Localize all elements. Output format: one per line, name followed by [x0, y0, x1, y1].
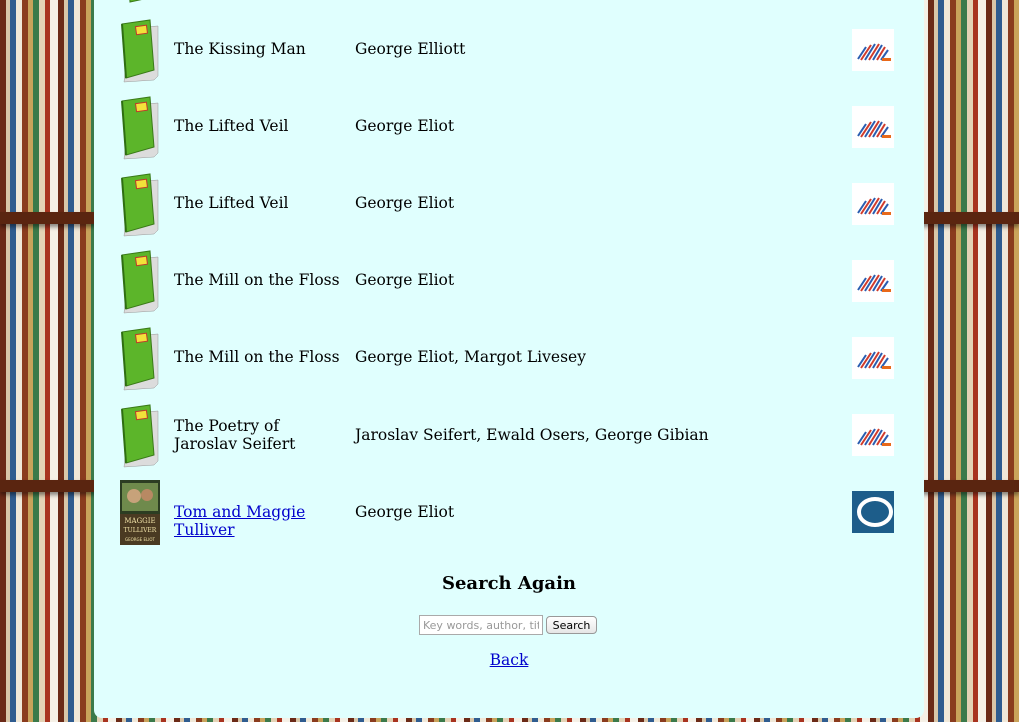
result-author: Jaroslav Seifert, Ewald Osers, George Gi… — [355, 426, 709, 444]
results-panel: The Kissing Man George Elliott The Lifte… — [94, 0, 924, 718]
overdrive-logo[interactable] — [852, 491, 894, 533]
green-book-icon[interactable] — [120, 18, 160, 83]
result-title: The Poetry of Jaroslav Seifert — [174, 417, 296, 453]
library-fan-logo[interactable] — [852, 29, 894, 71]
library-fan-logo[interactable] — [852, 260, 894, 302]
library-fan-logo[interactable] — [852, 183, 894, 225]
green-book-icon[interactable] — [120, 249, 160, 314]
back-link-container: Back — [94, 651, 924, 669]
green-book-icon[interactable] — [120, 95, 160, 160]
table-row: The Mill on the Floss George Eliot, Marg… — [94, 326, 924, 392]
result-title: The Kissing Man — [174, 40, 306, 58]
result-title-link[interactable]: Tom and Maggie Tulliver — [174, 503, 305, 539]
result-title: The Lifted Veil — [174, 194, 289, 212]
result-title: Tom and Maggie Tulliver — [174, 503, 346, 539]
book-cover-image[interactable]: MAGGIE TULLIVER GEORGE ELIOT — [120, 480, 160, 545]
cover-text: TULLIVER — [124, 527, 157, 534]
result-author: George Elliott — [355, 40, 466, 58]
search-input[interactable] — [419, 615, 543, 635]
result-title: The Mill on the Floss — [174, 348, 340, 366]
result-author: George Eliot — [355, 503, 455, 521]
library-fan-logo[interactable] — [852, 337, 894, 379]
table-row: The Lifted Veil George Eliot — [94, 172, 924, 238]
cover-text: GEORGE ELIOT — [125, 537, 156, 542]
table-row: The Poetry of Jaroslav Seifert Jaroslav … — [94, 403, 924, 469]
green-book-icon — [129, 0, 142, 3]
search-again-heading: Search Again — [441, 573, 577, 594]
result-author: George Eliot, Margot Livesey — [355, 348, 586, 366]
green-book-icon[interactable] — [120, 172, 160, 237]
back-link[interactable]: Back — [490, 651, 529, 669]
search-button[interactable]: Search — [546, 616, 597, 634]
result-title: The Mill on the Floss — [174, 271, 340, 289]
cover-text: MAGGIE — [124, 517, 155, 525]
green-book-icon[interactable] — [120, 403, 160, 468]
green-book-icon[interactable] — [120, 326, 160, 391]
result-title: The Lifted Veil — [174, 117, 289, 135]
library-fan-logo[interactable] — [852, 106, 894, 148]
table-row: The Kissing Man George Elliott — [94, 18, 924, 84]
table-row: The Mill on the Floss George Eliot — [94, 249, 924, 315]
list-item — [94, 0, 924, 6]
table-row: MAGGIE TULLIVER GEORGE ELIOT Tom and Mag… — [94, 480, 924, 546]
table-row: The Lifted Veil George Eliot — [94, 95, 924, 161]
library-fan-logo[interactable] — [852, 414, 894, 456]
result-author: George Eliot — [355, 194, 455, 212]
result-author: George Eliot — [355, 271, 455, 289]
result-author: George Eliot — [355, 117, 455, 135]
